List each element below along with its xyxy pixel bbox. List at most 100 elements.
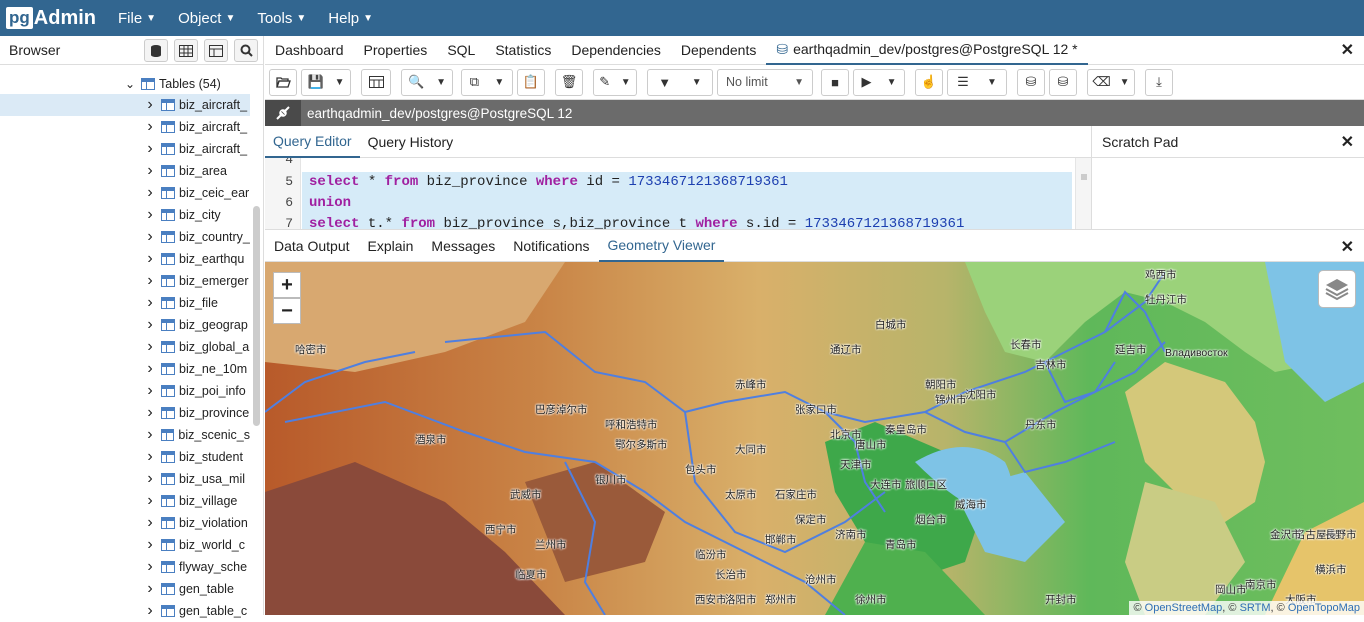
chevron-right-icon[interactable]: ›	[145, 184, 155, 202]
tree-node-table[interactable]: › biz_earthqu	[0, 248, 250, 270]
chevron-right-icon[interactable]: ›	[145, 492, 155, 510]
connection-status-icon[interactable]	[265, 100, 301, 126]
tree-node-table[interactable]: › biz_ne_10m	[0, 358, 250, 380]
execute-button[interactable]: ▶ ▼	[853, 68, 905, 96]
tree-node-table[interactable]: › biz_aircraft_	[0, 138, 250, 160]
sidebar-scrollbar[interactable]	[253, 206, 260, 426]
tree-node-table[interactable]: › biz_geograp	[0, 314, 250, 336]
delete-button[interactable]: 🗑	[555, 68, 583, 96]
tab-query-editor[interactable]: Query Editor	[265, 126, 360, 158]
tab-dashboard[interactable]: Dashboard	[265, 36, 354, 65]
limit-select[interactable]: No limit ▼	[717, 68, 813, 96]
chevron-right-icon[interactable]: ›	[145, 536, 155, 554]
tree-node-table[interactable]: › biz_poi_info	[0, 380, 250, 402]
tab-query-tool[interactable]: ⛁ earthqadmin_dev/postgres@PostgreSQL 12…	[766, 36, 1088, 65]
tree-node-table[interactable]: › biz_aircraft_	[0, 94, 250, 116]
chevron-right-icon[interactable]: ›	[145, 580, 155, 598]
tree-node-table[interactable]: › biz_aircraft_	[0, 116, 250, 138]
osm-link[interactable]: OpenStreetMap	[1145, 602, 1223, 614]
tab-notifications[interactable]: Notifications	[504, 230, 598, 262]
tab-dependents[interactable]: Dependents	[671, 36, 767, 65]
tree-node-table[interactable]: › biz_country_	[0, 226, 250, 248]
editor-scrollbar[interactable]	[1075, 158, 1091, 229]
tab-messages[interactable]: Messages	[422, 230, 504, 262]
srtm-link[interactable]: SRTM	[1240, 602, 1271, 614]
chevron-right-icon[interactable]: ›	[145, 162, 155, 180]
tab-geometry-viewer[interactable]: Geometry Viewer	[598, 230, 725, 262]
chevron-right-icon[interactable]: ›	[145, 360, 155, 378]
chevron-right-icon[interactable]: ›	[145, 382, 155, 400]
chevron-right-icon[interactable]: ›	[145, 602, 155, 620]
tree-node-table[interactable]: › biz_violation	[0, 512, 250, 534]
tree-node-table[interactable]: › flyway_sche	[0, 556, 250, 578]
tree-node-table[interactable]: › biz_global_a	[0, 336, 250, 358]
open-file-button[interactable]	[269, 68, 297, 96]
menu-help[interactable]: Help ▼	[328, 10, 373, 27]
tree-node-tables[interactable]: ⌄ Tables (54)	[125, 73, 265, 95]
search-icon[interactable]	[234, 39, 258, 62]
tree-node-table[interactable]: › biz_student	[0, 446, 250, 468]
tree-node-table[interactable]: › biz_usa_mil	[0, 468, 250, 490]
explain-options-button[interactable]: ☰ ▼	[947, 68, 1007, 96]
tab-statistics[interactable]: Statistics	[485, 36, 561, 65]
tree-node-table[interactable]: › biz_file	[0, 292, 250, 314]
chevron-right-icon[interactable]: ›	[145, 338, 155, 356]
tree-node-table[interactable]: › gen_table_c	[0, 600, 250, 622]
chevron-right-icon[interactable]: ›	[145, 404, 155, 422]
chevron-right-icon[interactable]: ›	[145, 118, 155, 136]
download-button[interactable]: ⤓	[1145, 68, 1173, 96]
commit-button[interactable]: ⛁	[1017, 68, 1045, 96]
tree-node-table[interactable]: › gen_table	[0, 578, 250, 600]
copy-button[interactable]: ⧉ ▼	[461, 68, 513, 96]
tab-explain[interactable]: Explain	[359, 230, 423, 262]
save-button[interactable]: 💾 ▼	[301, 68, 351, 96]
chevron-right-icon[interactable]: ›	[145, 316, 155, 334]
chevron-right-icon[interactable]: ›	[145, 470, 155, 488]
explain-button[interactable]: ☝	[915, 68, 943, 96]
chevron-right-icon[interactable]: ›	[145, 426, 155, 444]
query-tool-icon[interactable]	[204, 39, 228, 62]
filter-button[interactable]: ▼ ▼	[647, 68, 713, 96]
tree-node-table[interactable]: › biz_world_c	[0, 534, 250, 556]
tab-properties[interactable]: Properties	[354, 36, 438, 65]
edit-button[interactable]: ✎ ▼	[593, 68, 637, 96]
tab-query-history[interactable]: Query History	[360, 126, 462, 158]
tab-sql[interactable]: SQL	[437, 36, 485, 65]
menu-file[interactable]: File ▼	[118, 10, 156, 27]
chevron-right-icon[interactable]: ›	[145, 448, 155, 466]
tree-node-table[interactable]: › biz_emerger	[0, 270, 250, 292]
sql-editor[interactable]: 4 5 6 7 select * from biz_province where…	[265, 158, 1091, 229]
chevron-right-icon[interactable]: ›	[145, 206, 155, 224]
table-view-icon[interactable]	[174, 39, 198, 62]
zoom-in-button[interactable]: +	[273, 272, 301, 298]
edit-table-button[interactable]	[361, 68, 391, 96]
tree-node-table[interactable]: › biz_ceic_ear	[0, 182, 250, 204]
chevron-right-icon[interactable]: ›	[145, 140, 155, 158]
geometry-map[interactable]: + − 北京市 天津市 唐山市 大连市 沈阳市 长春市 吉林市 哈密市 巴彦淖尔市 呼和浩特市 鄂尔…	[265, 262, 1364, 615]
chevron-right-icon[interactable]: ›	[145, 294, 155, 312]
layers-button[interactable]	[1318, 270, 1356, 308]
chevron-right-icon[interactable]: ›	[145, 514, 155, 532]
database-icon[interactable]	[144, 39, 168, 62]
tree-node-table[interactable]: › biz_village	[0, 490, 250, 512]
chevron-right-icon[interactable]: ›	[145, 558, 155, 576]
chevron-right-icon[interactable]: ›	[145, 272, 155, 290]
tree-node-table[interactable]: › biz_scenic_s	[0, 424, 250, 446]
clear-button[interactable]: ⌫ ▼	[1087, 68, 1135, 96]
menu-object[interactable]: Object ▼	[178, 10, 235, 27]
chevron-right-icon[interactable]: ›	[145, 96, 155, 114]
tree-node-table[interactable]: › biz_city	[0, 204, 250, 226]
find-button[interactable]: 🔍 ▼	[401, 68, 453, 96]
opentopomap-link[interactable]: OpenTopoMap	[1288, 602, 1360, 614]
close-icon[interactable]: ✕	[1341, 40, 1354, 60]
chevron-right-icon[interactable]: ›	[145, 228, 155, 246]
tab-dependencies[interactable]: Dependencies	[561, 36, 671, 65]
close-icon[interactable]: ✕	[1341, 237, 1354, 257]
menu-tools[interactable]: Tools ▼	[257, 10, 306, 27]
rollback-button[interactable]: ⛁	[1049, 68, 1077, 96]
tree-node-table[interactable]: › biz_area	[0, 160, 250, 182]
stop-button[interactable]: ■	[821, 68, 849, 96]
zoom-out-button[interactable]: −	[273, 298, 301, 324]
tab-data-output[interactable]: Data Output	[265, 230, 359, 262]
close-icon[interactable]: ✕	[1341, 132, 1354, 152]
